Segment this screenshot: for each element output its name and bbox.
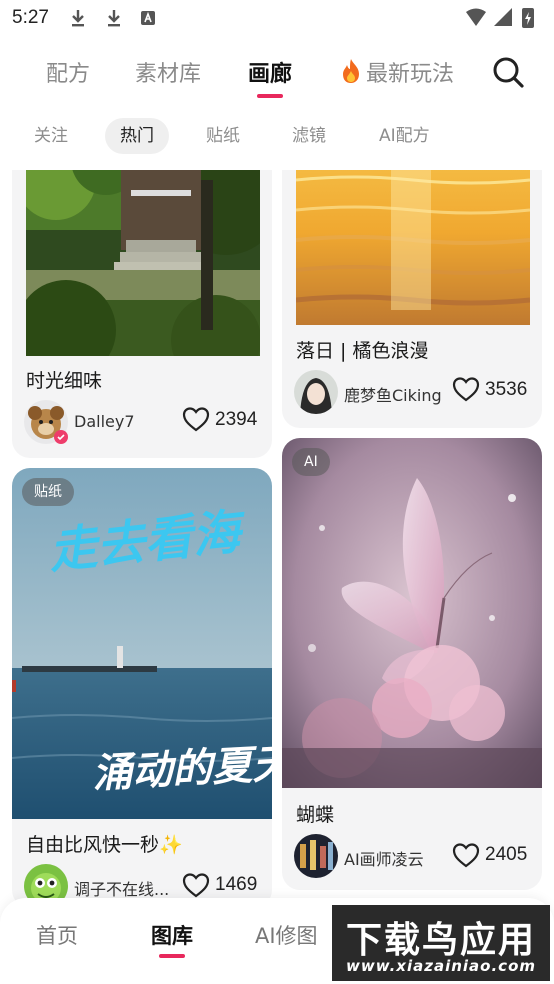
category-badge: AI: [292, 448, 330, 476]
card-title: 时光细味: [26, 370, 103, 392]
heart-icon[interactable]: [182, 406, 210, 432]
author-name[interactable]: Dalley7: [74, 412, 135, 431]
tab-gallery[interactable]: 画廊: [248, 56, 292, 98]
subtab-stickers[interactable]: 贴纸: [191, 118, 255, 154]
nav-ai-edit[interactable]: AI修图: [255, 920, 318, 950]
watermark: 下载鸟应用 www.xiazainiao.com: [332, 905, 550, 981]
app-notification-icon: [141, 11, 155, 25]
download-icon: [72, 10, 84, 27]
status-icons: [466, 8, 534, 28]
category-badge: 贴纸: [22, 478, 74, 506]
card-title: 落日 | 橘色浪漫: [296, 340, 429, 362]
subtab-filters[interactable]: 滤镜: [277, 118, 341, 154]
verified-badge-icon: [54, 430, 68, 444]
tab-recipe[interactable]: 配方: [46, 56, 90, 88]
card-image: [296, 170, 530, 325]
gallery-card[interactable]: 时光细味 Dalley7 2394: [12, 170, 272, 458]
download-icon: [108, 10, 120, 27]
active-nav-indicator: [159, 954, 185, 958]
overlay-text-bottom: 涌动的夏天: [91, 740, 272, 798]
nav-gallery[interactable]: 图库: [151, 920, 193, 958]
tab-latest-play[interactable]: 最新玩法: [340, 56, 454, 88]
gallery-feed[interactable]: 时光细味 Dalley7 2394 落日 | 橘色浪漫 鹿梦鱼Ciking 35…: [0, 170, 554, 984]
heart-icon[interactable]: [182, 872, 210, 898]
sparkle-icon: ✨: [159, 834, 183, 856]
subtab-hot[interactable]: 热门: [105, 118, 169, 154]
card-title: 蝴蝶: [296, 804, 335, 826]
watermark-text: 下载鸟应用: [345, 920, 536, 961]
avatar[interactable]: [294, 370, 338, 414]
subtab-follow[interactable]: 关注: [19, 118, 83, 154]
like-count: 1469: [215, 874, 258, 895]
like-count: 3536: [485, 379, 528, 400]
heart-icon[interactable]: [452, 842, 480, 868]
card-image: [282, 438, 542, 788]
author-name[interactable]: 鹿梦鱼Ciking: [344, 382, 442, 406]
card-image: [26, 170, 260, 356]
like-count: 2405: [485, 844, 528, 865]
top-tabs: 配方 素材库 画廊 最新玩法: [0, 50, 554, 100]
avatar[interactable]: [294, 834, 338, 878]
tab-materials[interactable]: 素材库: [135, 56, 201, 88]
status-bar: 5:27: [0, 0, 554, 38]
watermark-url: www.xiazainiao.com: [345, 957, 537, 975]
search-icon[interactable]: [490, 54, 526, 90]
gallery-card[interactable]: 走去看海 涌动的夏天 贴纸 自由比风快一秒✨ 调子不在线... 1469: [12, 468, 272, 908]
gallery-card[interactable]: 落日 | 橘色浪漫 鹿梦鱼Ciking 3536: [282, 170, 542, 428]
nav-home[interactable]: 首页: [36, 920, 78, 950]
status-time: 5:27: [12, 7, 49, 28]
fire-icon: [343, 59, 359, 83]
heart-icon[interactable]: [452, 376, 480, 402]
active-tab-indicator: [257, 94, 283, 98]
subtab-ai-recipe[interactable]: AI配方: [364, 118, 445, 154]
gallery-card[interactable]: AI 蝴蝶 AI画师凌云 2405: [282, 438, 542, 890]
like-count: 2394: [215, 409, 258, 430]
author-name[interactable]: 调子不在线...: [74, 876, 169, 900]
author-name[interactable]: AI画师凌云: [344, 846, 424, 870]
card-title: 自由比风快一秒✨: [26, 834, 183, 856]
